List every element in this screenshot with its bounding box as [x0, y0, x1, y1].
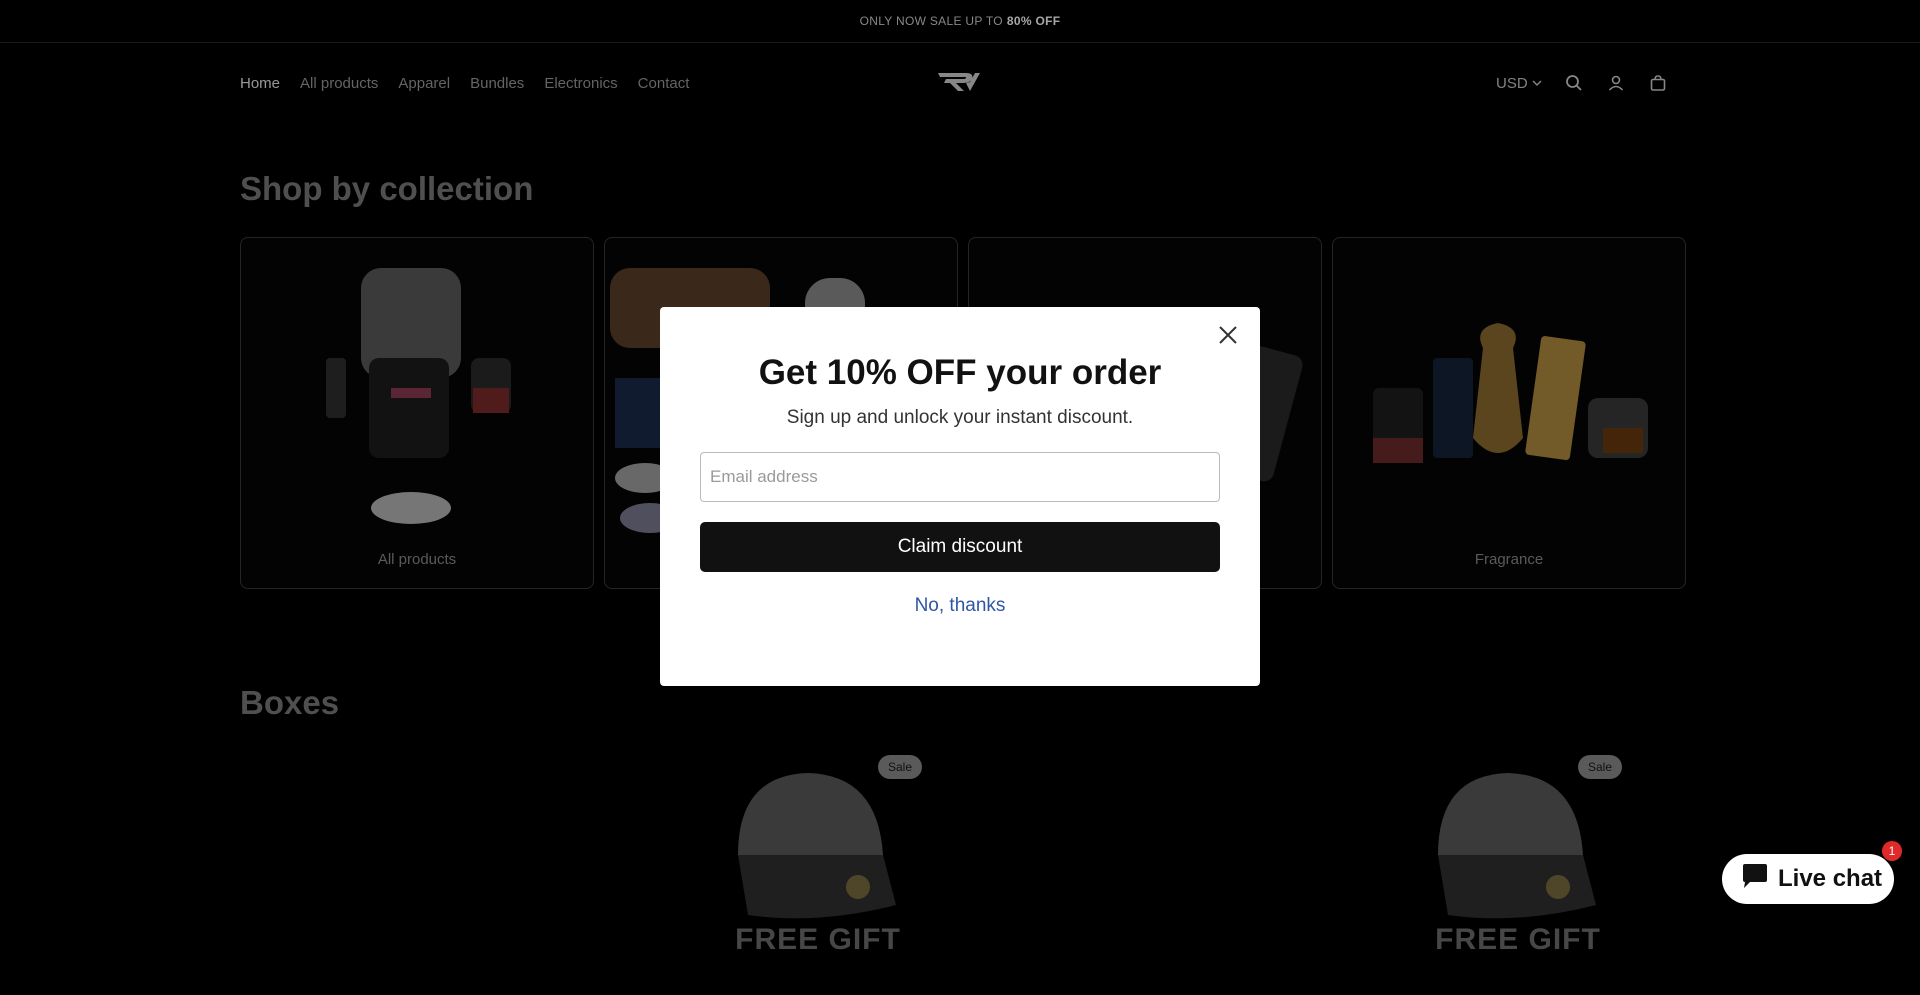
chat-bubble-icon — [1740, 863, 1770, 896]
close-icon[interactable] — [1214, 321, 1242, 349]
chat-notification-badge: 1 — [1882, 841, 1902, 861]
live-chat-button[interactable]: Live chat — [1722, 854, 1894, 904]
email-field[interactable] — [700, 452, 1220, 502]
popup-subtitle: Sign up and unlock your instant discount… — [786, 407, 1134, 428]
discount-popup: Get 10% OFF your order Sign up and unloc… — [660, 307, 1260, 686]
popup-title: Get 10% OFF your order — [758, 353, 1162, 392]
no-thanks-link[interactable]: No, thanks — [660, 595, 1260, 617]
claim-discount-button[interactable]: Claim discount — [700, 522, 1220, 572]
live-chat-label: Live chat — [1778, 865, 1883, 892]
